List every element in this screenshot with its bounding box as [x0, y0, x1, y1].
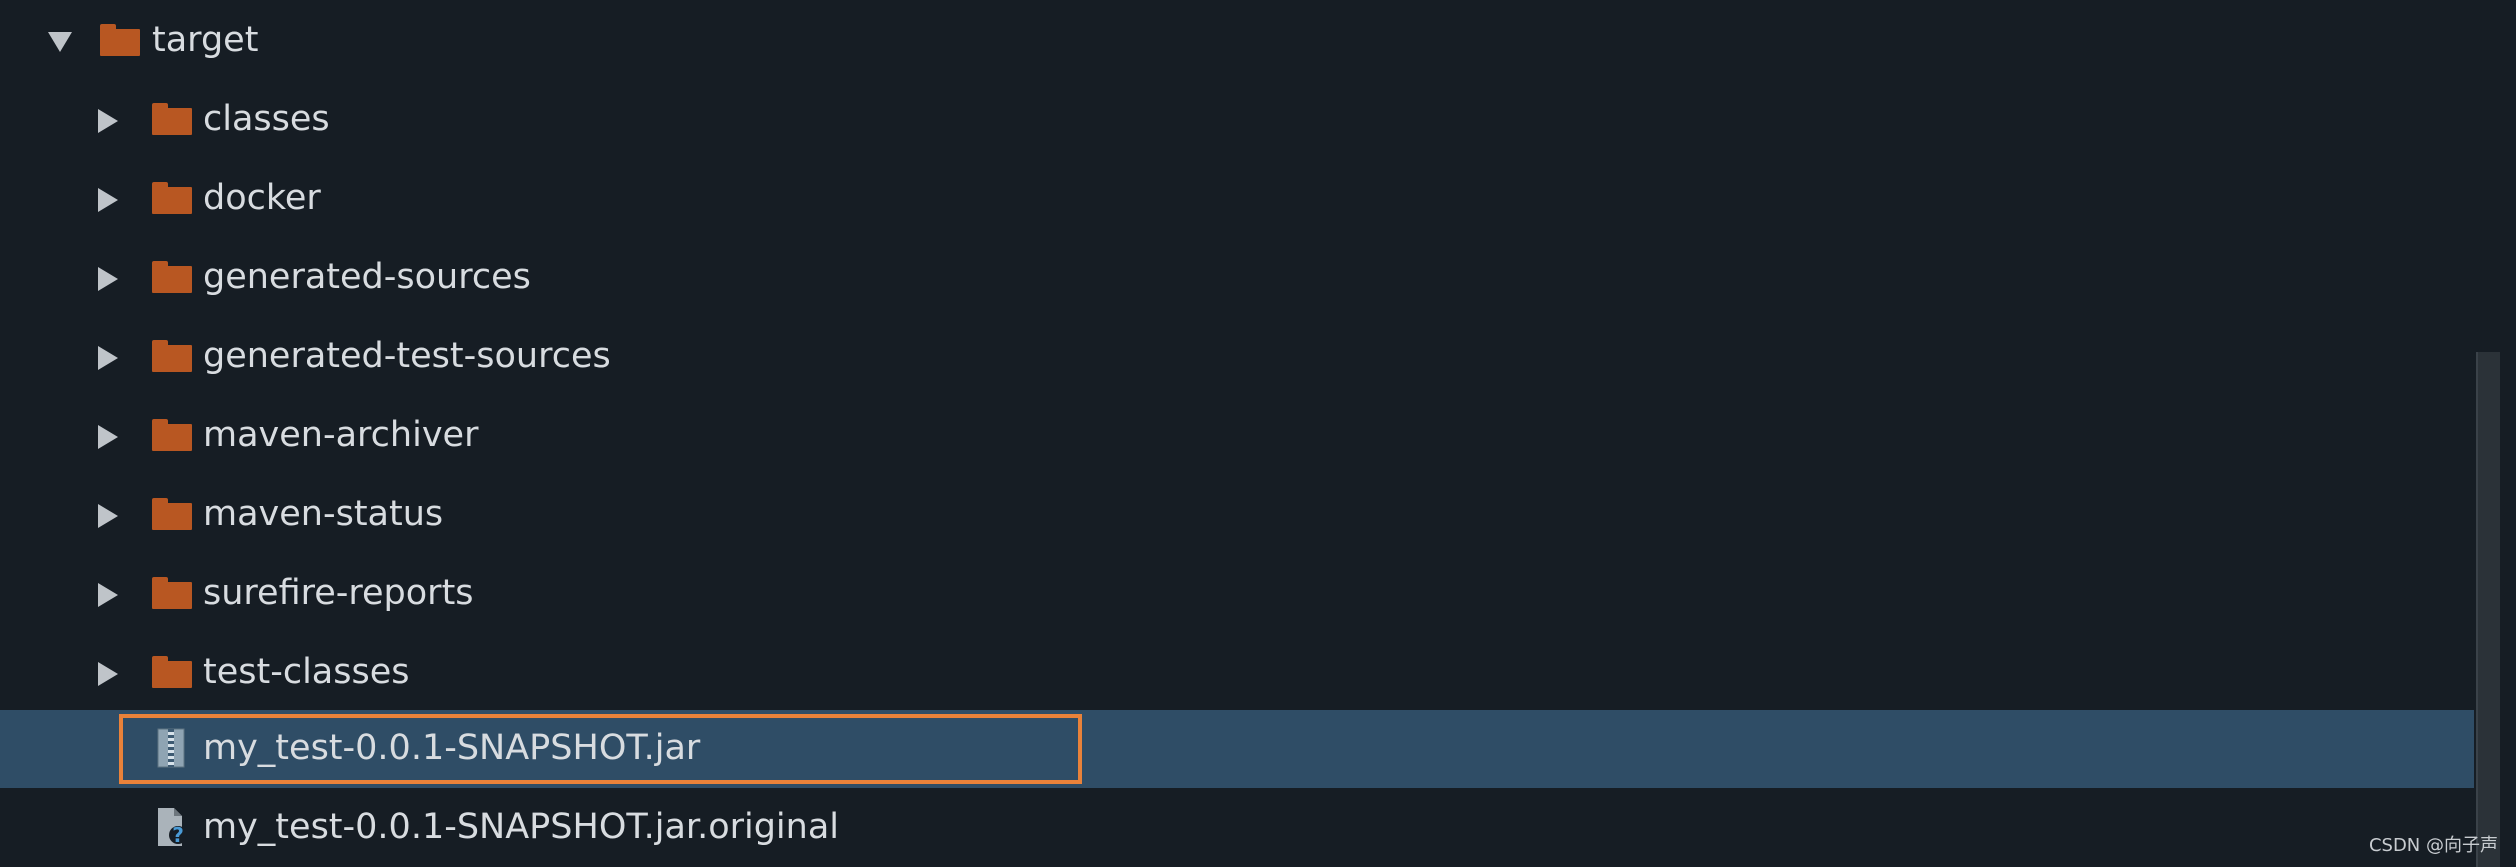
tree-item-label: my_test-0.0.1-SNAPSHOT.jar.original: [203, 807, 840, 847]
folder-icon: [152, 498, 192, 530]
tree-item-label: maven-archiver: [203, 415, 479, 455]
tree-item-test-classes[interactable]: test-classes: [0, 634, 2474, 712]
chevron-right-icon[interactable]: [98, 504, 118, 528]
chevron-right-icon[interactable]: [98, 109, 118, 133]
tree-item-maven-archiver[interactable]: maven-archiver: [0, 397, 2474, 475]
tree-item-surefire-reports[interactable]: surefire-reports: [0, 555, 2474, 633]
scrollbar-thumb[interactable]: [2476, 352, 2500, 867]
highlight-box: [119, 714, 1082, 784]
tree-item-label: test-classes: [203, 652, 410, 692]
chevron-right-icon[interactable]: [98, 425, 118, 449]
tree-item-label: target: [152, 20, 259, 60]
unknown-file-icon: ?: [154, 807, 188, 847]
folder-icon: [152, 419, 192, 451]
tree-item-maven-status[interactable]: maven-status: [0, 476, 2474, 554]
tree-item-label: generated-sources: [203, 257, 531, 297]
folder-icon: [152, 340, 192, 372]
folder-icon: [100, 24, 140, 56]
folder-icon: [152, 261, 192, 293]
tree-item-snapshot-jar-original[interactable]: ? my_test-0.0.1-SNAPSHOT.jar.original: [0, 789, 2474, 867]
chevron-down-icon[interactable]: [48, 32, 72, 52]
chevron-right-icon[interactable]: [98, 583, 118, 607]
tree-item-classes[interactable]: classes: [0, 81, 2474, 159]
folder-icon: [152, 103, 192, 135]
folder-icon: [152, 656, 192, 688]
svg-text:?: ?: [172, 823, 184, 847]
folder-icon: [152, 577, 192, 609]
chevron-right-icon[interactable]: [98, 346, 118, 370]
folder-icon: [152, 182, 192, 214]
chevron-right-icon[interactable]: [98, 188, 118, 212]
tree-item-generated-sources[interactable]: generated-sources: [0, 239, 2474, 317]
tree-item-label: maven-status: [203, 494, 444, 534]
tree-item-label: classes: [203, 99, 330, 139]
tree-item-docker[interactable]: docker: [0, 160, 2474, 238]
tree-item-label: generated-test-sources: [203, 336, 611, 376]
chevron-right-icon[interactable]: [98, 662, 118, 686]
tree-item-label: docker: [203, 178, 321, 218]
tree-item-label: surefire-reports: [203, 573, 474, 613]
tree-item-generated-test-sources[interactable]: generated-test-sources: [0, 318, 2474, 396]
chevron-right-icon[interactable]: [98, 267, 118, 291]
watermark: CSDN @向子声: [2368, 835, 2498, 856]
tree-item-target[interactable]: target: [0, 2, 2474, 80]
